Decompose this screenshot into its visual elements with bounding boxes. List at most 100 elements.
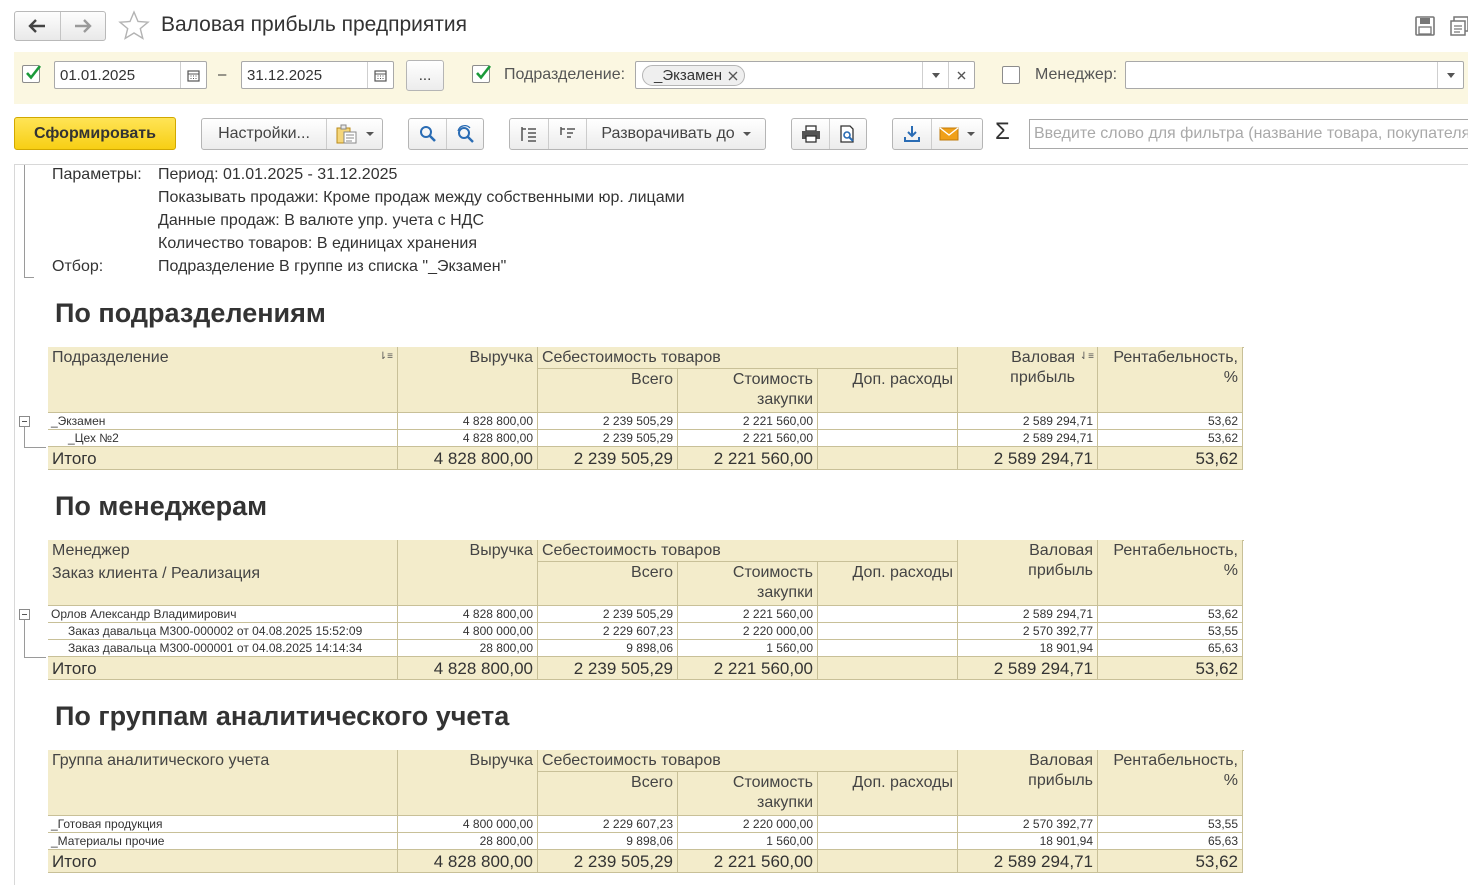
subdivision-dropdown-button[interactable]: [922, 62, 948, 88]
subdivision-clear-button[interactable]: [948, 62, 974, 88]
subdivision-checkbox[interactable]: [472, 65, 492, 83]
more-actions-icon[interactable]: [1450, 16, 1468, 39]
group-tree-line: [24, 427, 46, 448]
total-cost-total: 2 239 505,29: [538, 657, 678, 680]
remove-tag-icon[interactable]: [728, 71, 738, 81]
cell-value: 2 589 294,71: [1022, 607, 1093, 621]
total-value: 2 589 294,71: [993, 449, 1093, 468]
cell-gross: 2 589 294,71: [958, 413, 1098, 430]
chevron-down-icon: [931, 72, 940, 78]
total-margin: 53,62: [1098, 447, 1243, 470]
header-margin-label: Рентабельность,: [1113, 349, 1238, 366]
row-name: Заказ давальца М300-000002 от 04.08.2025…: [68, 624, 363, 638]
row-name-cell: Орлов Александр Владимирович: [48, 606, 398, 623]
date-from-field[interactable]: 01.01.2025: [54, 61, 207, 89]
total-value: 2 589 294,71: [993, 852, 1093, 871]
expand-groups-icon: [559, 127, 575, 138]
manager-checkbox[interactable]: [1002, 66, 1020, 84]
header-cost-purchase: Стоимость закупки: [678, 772, 818, 816]
subdivision-tag-label: _Экзамен: [654, 67, 723, 84]
sum-icon[interactable]: Σ: [995, 118, 1010, 146]
settings-button[interactable]: Настройки...: [202, 119, 326, 149]
cell-revenue: 4 800 000,00: [398, 623, 538, 640]
filter-label: Отбор:: [52, 258, 104, 275]
generate-button[interactable]: Сформировать: [14, 117, 176, 150]
sort-desc-icon[interactable]: ⇃≡: [1080, 351, 1094, 362]
manager-dropdown-button[interactable]: [1437, 62, 1463, 88]
back-button[interactable]: [15, 12, 60, 40]
save-to-file-button[interactable]: [893, 119, 931, 149]
sort-asc-icon[interactable]: ⇂≡: [379, 351, 393, 362]
total-value: 2 239 505,29: [573, 659, 673, 678]
collapse-group-icon[interactable]: [19, 416, 30, 427]
manager-field[interactable]: [1125, 61, 1464, 89]
subdivision-field[interactable]: _Экзамен: [635, 61, 975, 89]
total-value: 2 589 294,71: [993, 659, 1093, 678]
total-value: 2 221 560,00: [713, 852, 813, 871]
cell-revenue: 28 800,00: [398, 833, 538, 850]
save-icon[interactable]: [1414, 16, 1436, 39]
cell-cost-total: 2 239 505,29: [538, 430, 678, 447]
find-next-button[interactable]: [446, 119, 483, 149]
param-show-sales: Показывать продажи: Кроме продаж между с…: [158, 189, 685, 206]
report-area: Параметры: Период: 01.01.2025 - 31.12.20…: [14, 164, 1468, 885]
header-gross: Валовая прибыль ⇃≡: [958, 347, 1098, 413]
calendar-icon[interactable]: [180, 62, 206, 88]
cell-margin: 65,63: [1098, 640, 1243, 657]
period-select-button[interactable]: ...: [406, 60, 444, 91]
row-name: _Экзамен: [51, 414, 106, 428]
header-extra: Доп. расходы: [818, 369, 958, 413]
header-cost: Себестоимость товаров: [538, 347, 958, 369]
header-cost-label: Себестоимость товаров: [542, 542, 721, 559]
send-email-button[interactable]: [930, 119, 982, 149]
section-title: По менеджерам: [55, 491, 268, 521]
section-title: По подразделениям: [55, 298, 326, 328]
date-to-field[interactable]: 31.12.2025: [241, 61, 394, 89]
cell-value: 1 560,00: [766, 641, 813, 655]
header-gross-label-2: прибыль: [1028, 562, 1093, 579]
cell-cost-purchase: 2 221 560,00: [678, 413, 818, 430]
find-button[interactable]: [409, 119, 446, 149]
print-preview-button[interactable]: [829, 119, 866, 149]
total-gross: 2 589 294,71: [958, 657, 1098, 680]
total-label-cell: Итого: [48, 850, 398, 873]
param-period: Период: 01.01.2025 - 31.12.2025: [158, 166, 398, 183]
search-group: [408, 118, 484, 150]
collapse-groups-button[interactable]: [510, 119, 548, 149]
cell-value: 4 828 800,00: [462, 414, 533, 428]
param-goods-qty: Количество товаров: В единицах хранения: [158, 235, 478, 252]
collapse-group-icon[interactable]: [19, 609, 30, 620]
forward-button[interactable]: [59, 12, 106, 40]
variant-menu-button[interactable]: [326, 119, 382, 149]
section-title: По группам аналитического учета: [55, 701, 510, 731]
checkmark-icon: [26, 65, 42, 80]
header-gross-label: Валовая: [1029, 542, 1093, 559]
cell-margin: 53,55: [1098, 816, 1243, 833]
cell-value: 2 221 560,00: [742, 607, 813, 621]
cell-value: 28 800,00: [479, 834, 533, 848]
cell-value: 4 828 800,00: [462, 431, 533, 445]
row-name-cell: _Материалы прочие: [48, 833, 398, 850]
expand-groups-button[interactable]: [548, 119, 586, 149]
print-button[interactable]: [792, 119, 829, 149]
favorite-star-icon[interactable]: [118, 10, 150, 43]
cell-cost-purchase: 2 221 560,00: [678, 606, 818, 623]
cell-value: 53,55: [1207, 817, 1238, 831]
cell-value: 18 901,94: [1039, 834, 1093, 848]
total-label-cell: Итого: [48, 657, 398, 680]
filter-bar: 01.01.2025 – 31.12.2025 ... Подразделени…: [14, 52, 1468, 104]
cell-gross: 18 901,94: [958, 640, 1098, 657]
header-cost-purchase-label-2: закупки: [756, 584, 813, 601]
total-value: 2 239 505,29: [573, 449, 673, 468]
row-name-cell: _Готовая продукция: [48, 816, 398, 833]
cell-extra: [818, 430, 958, 447]
subdivision-tag[interactable]: _Экзамен: [642, 65, 746, 86]
period-checkbox[interactable]: [22, 65, 42, 83]
header-cost-purchase-label-2: закупки: [756, 794, 813, 811]
cell-value: 2 221 560,00: [742, 431, 813, 445]
expand-to-button[interactable]: Разворачивать до: [586, 119, 765, 149]
header-cost-purchase: Стоимость закупки: [678, 562, 818, 606]
filter-search-input[interactable]: Введите слово для фильтра (название това…: [1029, 119, 1468, 149]
calendar-icon[interactable]: [367, 62, 393, 88]
cell-margin: 53,62: [1098, 413, 1243, 430]
